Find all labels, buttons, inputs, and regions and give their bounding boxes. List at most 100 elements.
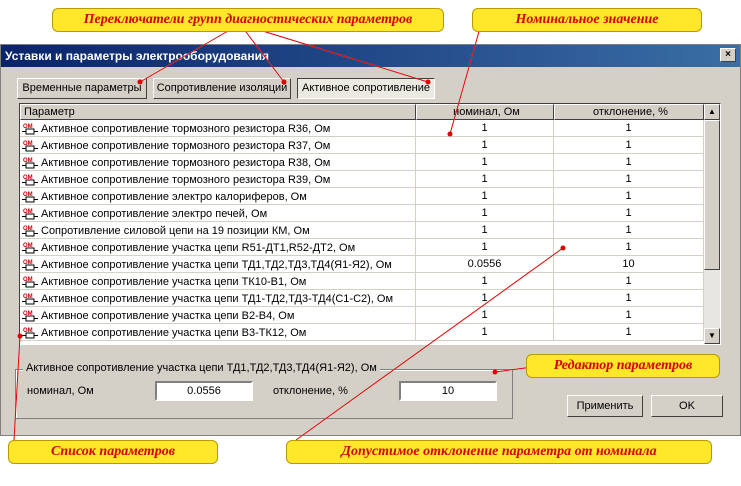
ok-button[interactable]: OK	[651, 395, 723, 417]
param-name-text: Активное сопротивление тормозного резист…	[41, 122, 331, 135]
vertical-scrollbar[interactable]: ▲ ▼	[704, 104, 720, 344]
callout-param-editor: Редактор параметров	[526, 354, 720, 378]
cell-param-name: ОМ Активное сопротивление тормозного рези…	[20, 154, 416, 171]
cell-param-name: ОМ Активное сопротивление тормозного рези…	[20, 171, 416, 188]
apply-button[interactable]: Применить	[567, 395, 643, 417]
cell-deviation[interactable]: 1	[554, 290, 704, 307]
param-name-text: Активное сопротивление электро печей, Ом	[41, 207, 268, 220]
cell-param-name: ОМ Активное сопротивление тормозного рези…	[20, 120, 416, 137]
ohm-resistor-icon: ОМ	[22, 241, 38, 255]
scroll-thumb[interactable]	[704, 120, 720, 270]
ohm-resistor-icon: ОМ	[22, 292, 38, 306]
callout-nominal-value: Номинальное значение	[472, 8, 702, 32]
col-header-nominal[interactable]: номинал, Ом	[416, 104, 554, 120]
cell-deviation[interactable]: 1	[554, 120, 704, 137]
cell-nominal[interactable]: 1	[416, 137, 554, 154]
cell-param-name: ОМ Активное сопротивление участка цепи ТД…	[20, 290, 416, 307]
param-name-text: Активное сопротивление участка цепи В2-В…	[41, 309, 295, 322]
cell-nominal[interactable]: 1	[416, 154, 554, 171]
table-row[interactable]: ОМ Активное сопротивление участка цепи В2…	[20, 307, 704, 324]
scroll-down-button[interactable]: ▼	[704, 328, 720, 344]
table-row[interactable]: ОМ Активное сопротивление участка цепи R5…	[20, 239, 704, 256]
table-row[interactable]: ОМ Активное сопротивление тормозного рези…	[20, 120, 704, 137]
ohm-resistor-icon: ОМ	[22, 173, 38, 187]
cell-nominal[interactable]: 1	[416, 120, 554, 137]
cell-nominal[interactable]: 1	[416, 205, 554, 222]
cell-nominal[interactable]: 1	[416, 171, 554, 188]
param-name-text: Активное сопротивление тормозного резист…	[41, 156, 331, 169]
ohm-resistor-icon: ОМ	[22, 275, 38, 289]
cell-deviation[interactable]: 1	[554, 205, 704, 222]
callout-tolerance: Допустимое отклонение параметра от номин…	[286, 440, 712, 464]
col-header-deviation[interactable]: отклонение, %	[554, 104, 704, 120]
table-row[interactable]: ОМ Активное сопротивление тормозного рези…	[20, 154, 704, 171]
cell-nominal[interactable]: 1	[416, 307, 554, 324]
param-name-text: Активное сопротивление участка цепи ТД1-…	[41, 292, 394, 305]
cell-deviation[interactable]: 1	[554, 137, 704, 154]
callout-param-list: Список параметров	[8, 440, 218, 464]
deviation-label: отклонение, %	[273, 385, 348, 397]
param-name-text: Активное сопротивление участка цепи ТД1,…	[41, 258, 392, 271]
cell-param-name: ОМ Активное сопротивление электро печей, …	[20, 205, 416, 222]
callout-group-switches: Переключатели групп диагностических пара…	[52, 8, 444, 32]
ohm-resistor-icon: ОМ	[22, 190, 38, 204]
table-row[interactable]: ОМ Активное сопротивление электро калориф…	[20, 188, 704, 205]
ohm-resistor-icon: ОМ	[22, 224, 38, 238]
table-row[interactable]: ОМ Активное сопротивление участка цепи ТД…	[20, 290, 704, 307]
table-row[interactable]: ОМ Активное сопротивление участка цепи В3…	[20, 324, 704, 341]
cell-nominal[interactable]: 1	[416, 222, 554, 239]
cell-deviation[interactable]: 1	[554, 188, 704, 205]
ohm-resistor-icon: ОМ	[22, 258, 38, 272]
title-bar: Уставки и параметры электрооборудования …	[1, 45, 740, 67]
cell-deviation[interactable]: 1	[554, 239, 704, 256]
cell-nominal[interactable]: 1	[416, 239, 554, 256]
close-button[interactable]: ×	[720, 48, 736, 62]
cell-param-name: ОМ Сопротивление силовой цепи на 19 позиц…	[20, 222, 416, 239]
cell-nominal[interactable]: 0.0556	[416, 256, 554, 273]
table-row[interactable]: ОМ Активное сопротивление электро печей, …	[20, 205, 704, 222]
cell-param-name: ОМ Активное сопротивление электро калориф…	[20, 188, 416, 205]
scroll-up-button[interactable]: ▲	[704, 104, 720, 120]
ohm-resistor-icon: ОМ	[22, 139, 38, 153]
cell-nominal[interactable]: 1	[416, 188, 554, 205]
cell-nominal[interactable]: 1	[416, 290, 554, 307]
deviation-input[interactable]	[399, 381, 497, 401]
param-name-text: Активное сопротивление электро калорифер…	[41, 190, 307, 203]
grid-header: Параметр номинал, Ом отклонение, %	[20, 104, 704, 120]
window-title: Уставки и параметры электрооборудования	[5, 49, 269, 63]
cell-param-name: ОМ Активное сопротивление участка цепи ТД…	[20, 256, 416, 273]
nominal-input[interactable]	[155, 381, 253, 401]
cell-deviation[interactable]: 10	[554, 256, 704, 273]
table-row[interactable]: ОМ Активное сопротивление тормозного рези…	[20, 137, 704, 154]
table-row[interactable]: ОМ Активное сопротивление участка цепи ТК…	[20, 273, 704, 290]
cell-param-name: ОМ Активное сопротивление тормозного рези…	[20, 137, 416, 154]
cell-deviation[interactable]: 1	[554, 307, 704, 324]
col-header-param[interactable]: Параметр	[20, 104, 416, 120]
ohm-resistor-icon: ОМ	[22, 309, 38, 323]
cell-param-name: ОМ Активное сопротивление участка цепи ТК…	[20, 273, 416, 290]
tab-active-resistance[interactable]: Активное сопротивление	[297, 78, 435, 99]
cell-deviation[interactable]: 1	[554, 154, 704, 171]
ohm-resistor-icon: ОМ	[22, 326, 38, 340]
grid-body: ОМ Активное сопротивление тормозного рези…	[20, 120, 704, 341]
editor-group-label: Активное сопротивление участка цепи ТД1,…	[23, 362, 380, 374]
nominal-label: номинал, Ом	[27, 385, 94, 397]
param-name-text: Активное сопротивление тормозного резист…	[41, 173, 331, 186]
tab-time-params[interactable]: Временные параметры	[17, 78, 147, 99]
cell-param-name: ОМ Активное сопротивление участка цепи В3…	[20, 324, 416, 341]
table-row[interactable]: ОМ Активное сопротивление участка цепи ТД…	[20, 256, 704, 273]
cell-deviation[interactable]: 1	[554, 324, 704, 341]
tab-insulation-resistance[interactable]: Сопротивление изоляций	[153, 78, 291, 99]
cell-deviation[interactable]: 1	[554, 222, 704, 239]
param-name-text: Активное сопротивление участка цепи В3-Т…	[41, 326, 307, 339]
cell-param-name: ОМ Активное сопротивление участка цепи R5…	[20, 239, 416, 256]
table-row[interactable]: ОМ Сопротивление силовой цепи на 19 позиц…	[20, 222, 704, 239]
param-grid: Параметр номинал, Ом отклонение, % ОМ Акт…	[19, 103, 721, 345]
ohm-resistor-icon: ОМ	[22, 156, 38, 170]
cell-nominal[interactable]: 1	[416, 324, 554, 341]
cell-deviation[interactable]: 1	[554, 273, 704, 290]
table-row[interactable]: ОМ Активное сопротивление тормозного рези…	[20, 171, 704, 188]
cell-nominal[interactable]: 1	[416, 273, 554, 290]
ohm-resistor-icon: ОМ	[22, 122, 38, 136]
cell-deviation[interactable]: 1	[554, 171, 704, 188]
